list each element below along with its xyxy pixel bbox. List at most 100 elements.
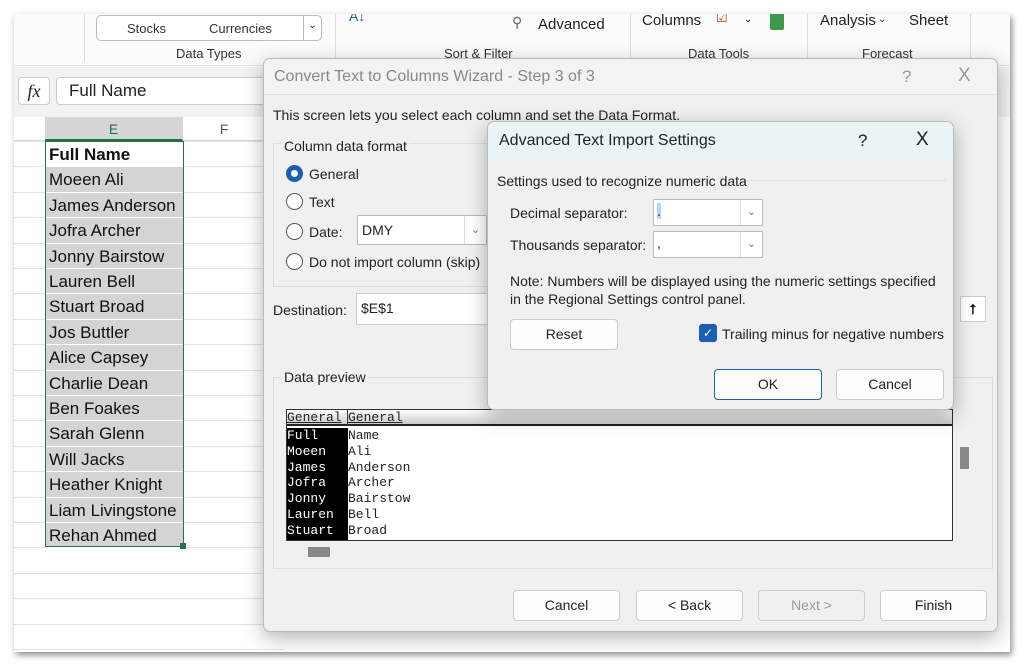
ok-button[interactable]: OK xyxy=(714,369,822,400)
radio-general[interactable] xyxy=(286,165,303,182)
reset-button[interactable]: Reset xyxy=(510,319,618,350)
preview-cell: Jonny xyxy=(287,491,327,507)
thousands-label: Thousands separator: xyxy=(510,237,647,253)
destination-value: $E$1 xyxy=(361,300,394,316)
advanced-filter-button[interactable]: Advanced xyxy=(538,16,605,33)
preview-row: James Anderson xyxy=(287,460,952,476)
close-button[interactable]: X xyxy=(958,65,971,87)
trailing-minus-checkbox[interactable]: ✓ xyxy=(699,324,717,342)
column-header-e[interactable]: E xyxy=(45,117,183,141)
preview-cell: Jofra xyxy=(287,475,327,491)
group-title: Settings used to recognize numeric data xyxy=(497,173,747,189)
decimal-value: . xyxy=(657,203,661,219)
fill-handle[interactable] xyxy=(180,543,186,549)
select-all-corner[interactable] xyxy=(14,117,45,141)
formula-input[interactable]: Full Name xyxy=(56,77,286,105)
destination-label: Destination: xyxy=(273,302,347,318)
preview-column-header[interactable]: General xyxy=(348,410,403,426)
column-header-f[interactable]: F xyxy=(183,117,266,141)
cancel-button[interactable]: Cancel xyxy=(513,590,620,621)
group-divider xyxy=(970,14,971,62)
preview-cell: Stuart xyxy=(287,522,334,538)
destination-input[interactable]: $E$1 xyxy=(356,293,496,325)
radio-text[interactable] xyxy=(286,193,303,210)
date-value: DMY xyxy=(362,222,394,238)
group-divider xyxy=(335,14,336,62)
preview-row: Moeen Ali xyxy=(287,444,952,460)
trailing-minus-label[interactable]: Trailing minus for negative numbers xyxy=(722,326,944,342)
sort-icon[interactable]: A↓ xyxy=(349,14,365,24)
finish-button[interactable]: Finish xyxy=(880,590,987,621)
gallery-expand-icon[interactable]: ⌄ xyxy=(303,16,321,40)
group-title: Column data format xyxy=(282,138,409,154)
help-button[interactable]: ? xyxy=(902,67,911,87)
decimal-label: Decimal separator: xyxy=(510,205,628,221)
next-button[interactable]: Next > xyxy=(758,590,865,621)
data-types-gallery[interactable]: Stocks Currencies ⌄ xyxy=(96,15,322,41)
chevron-down-icon: ⌄ xyxy=(464,216,486,244)
preview-row: Lauren Bell xyxy=(287,507,952,523)
preview-cell: James xyxy=(287,459,327,475)
preview-row: Jonny Bairstow xyxy=(287,491,952,507)
radio-label: Text xyxy=(309,194,335,210)
preview-cell: Lauren xyxy=(287,507,334,522)
preview-cell: Archer xyxy=(348,475,395,491)
insert-function-button[interactable]: fx xyxy=(18,77,50,105)
selection-outline xyxy=(45,141,184,547)
forecast-sheet-button[interactable]: Sheet xyxy=(909,14,948,29)
thousands-separator-select[interactable]: , ⌄ xyxy=(653,231,763,258)
what-if-analysis-button[interactable]: Analysis xyxy=(820,14,876,29)
back-button[interactable]: < Back xyxy=(636,590,743,621)
excel-window: Stocks Currencies ⌄ A↓ ⚲ Advanced Column… xyxy=(14,14,1010,652)
chevron-down-icon[interactable]: ⌄ xyxy=(744,14,752,25)
group-divider xyxy=(746,180,946,181)
radio-label: Do not import column (skip) xyxy=(309,254,481,270)
stocks-button[interactable]: Stocks xyxy=(127,21,166,36)
preview-cell: Moeen xyxy=(287,443,327,459)
preview-cell: Bairstow xyxy=(348,491,411,507)
cancel-button[interactable]: Cancel xyxy=(836,369,944,400)
vertical-scrollbar-thumb[interactable] xyxy=(960,447,969,469)
horizontal-scrollbar-thumb[interactable] xyxy=(308,547,330,557)
radio-label: General xyxy=(309,166,359,182)
group-label-data-types: Data Types xyxy=(176,46,242,61)
date-format-select[interactable]: DMY ⌄ xyxy=(357,215,487,245)
preview-cell: Ali xyxy=(348,443,372,459)
help-button[interactable]: ? xyxy=(858,131,867,151)
dialog-title: Advanced Text Import Settings xyxy=(499,132,716,149)
formula-value: Full Name xyxy=(69,81,147,100)
gridline xyxy=(14,623,284,625)
text-to-columns-button[interactable]: Columns xyxy=(642,14,701,29)
group-divider xyxy=(807,14,808,62)
preview-column-header[interactable]: General xyxy=(287,410,348,426)
radio-skip[interactable] xyxy=(286,253,303,270)
currencies-button[interactable]: Currencies xyxy=(209,21,272,36)
preview-row: Full Name xyxy=(287,428,952,444)
advanced-filter-icon: ⚲ xyxy=(512,14,523,30)
data-model-icon[interactable] xyxy=(770,14,784,30)
checkmark-icon: ✓ xyxy=(702,326,714,340)
gridline xyxy=(14,598,284,600)
note-text: Note: Numbers will be displayed using th… xyxy=(510,273,936,307)
data-validation-icon[interactable]: ☑ xyxy=(716,14,728,26)
decimal-separator-select[interactable]: . ⌄ xyxy=(653,199,763,226)
dialog-title-bar[interactable]: Advanced Text Import Settings ? X xyxy=(488,122,953,160)
radio-label: Date: xyxy=(309,224,343,240)
chevron-down-icon: ⌄ xyxy=(740,232,762,257)
preview-title: Data preview xyxy=(282,369,368,385)
chevron-down-icon: ⌄ xyxy=(878,14,887,25)
close-button[interactable]: X xyxy=(916,129,929,151)
radio-date[interactable] xyxy=(286,223,303,240)
preview-header-row: General General xyxy=(287,410,952,426)
dialog-title-bar[interactable]: Convert Text to Columns Wizard - Step 3 … xyxy=(264,59,997,95)
thousands-value: , xyxy=(657,235,661,251)
data-preview-table[interactable]: General General Full Name Moeen Ali James And… xyxy=(286,409,953,541)
preview-cell: Full xyxy=(287,428,319,443)
preview-cell: Bell xyxy=(348,507,380,522)
preview-row: Jofra Archer xyxy=(287,475,952,491)
group-divider xyxy=(630,14,631,62)
dialog-title: Convert Text to Columns Wizard - Step 3 … xyxy=(274,68,595,85)
gridline xyxy=(14,572,284,574)
collapse-dialog-icon[interactable]: ⭡ xyxy=(960,296,986,322)
preview-row: Stuart Broad xyxy=(287,523,952,539)
